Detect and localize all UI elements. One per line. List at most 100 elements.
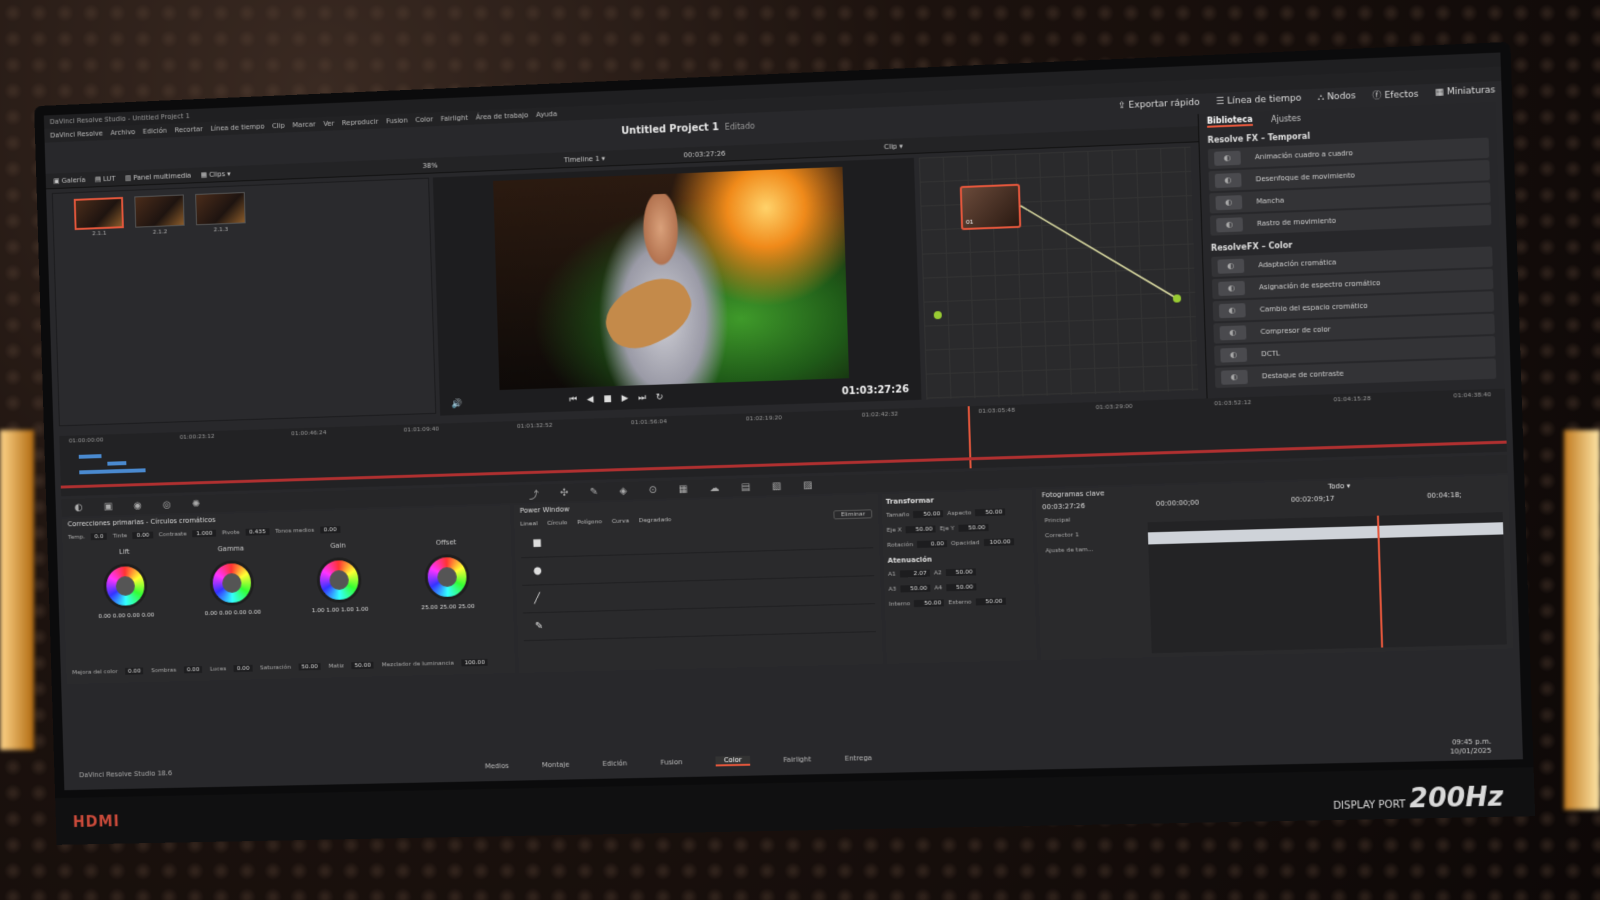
menu-item[interactable]: Ayuda [536, 110, 557, 119]
volume-icon[interactable]: 🔊 [451, 399, 462, 409]
menu-item[interactable]: Edición [143, 127, 167, 136]
keyframe-graph[interactable] [1147, 512, 1507, 654]
key-icon[interactable]: ▤ [741, 482, 751, 493]
window-icon[interactable]: ◈ [619, 485, 627, 496]
primaries-icon[interactable]: ◉ [133, 500, 142, 511]
page-tab-fairlight[interactable]: Fairlight [783, 755, 811, 764]
track-clip[interactable] [78, 454, 102, 459]
warper-icon[interactable]: ✣ [560, 487, 569, 498]
menu-item[interactable]: Línea de tiempo [210, 123, 264, 133]
kv-value[interactable]: 50.00 [975, 597, 1006, 606]
param-value[interactable]: 0.00 [233, 664, 253, 672]
curves-icon[interactable]: ⤴ [529, 486, 539, 501]
page-tab-montaje[interactable]: Montaje [542, 761, 570, 769]
menu-item[interactable]: DaVinci Resolve [50, 130, 103, 140]
menu-item[interactable]: Recortar [174, 125, 203, 134]
menu-item[interactable]: Área de trabajo [476, 111, 529, 121]
page-tab-fusion[interactable]: Fusion [660, 758, 682, 766]
menu-item[interactable]: Reproducir [342, 118, 379, 127]
kv-value[interactable]: 50.00 [946, 583, 977, 592]
window-shape-button[interactable]: Lineal [520, 520, 538, 527]
menu-item[interactable]: Fusion [386, 117, 408, 126]
page-tab-edición[interactable]: Edición [602, 759, 627, 767]
color-wheel[interactable] [102, 562, 148, 610]
last-frame-icon[interactable]: ⏭ [638, 393, 646, 403]
menu-item[interactable]: Archivo [110, 128, 135, 137]
menu-item[interactable]: Color [415, 115, 433, 124]
kv-value[interactable]: 50.00 [945, 568, 976, 577]
first-frame-icon[interactable]: ⏮ [569, 395, 577, 405]
kv-value[interactable]: 50.00 [900, 584, 931, 593]
kv-value[interactable]: 50.00 [975, 508, 1006, 517]
tracker-icon[interactable]: ⊙ [648, 484, 657, 495]
hdr-icon[interactable]: ◎ [163, 499, 172, 510]
track-clip[interactable] [107, 461, 127, 466]
clip-thumbnail[interactable]: 2.1.1 [73, 196, 124, 237]
kv-value[interactable]: 0.00 [916, 540, 948, 548]
param-value[interactable]: 0.435 [245, 527, 270, 536]
stop-icon[interactable]: ■ [603, 394, 612, 404]
kv-value[interactable]: 2.07 [899, 569, 930, 578]
window-shape-button[interactable]: Círculo [547, 519, 567, 527]
page-tab-entrega[interactable]: Entrega [845, 754, 872, 763]
color-match-icon[interactable]: ▣ [104, 501, 113, 512]
kv-value[interactable]: 50.00 [913, 510, 944, 519]
menu-item[interactable]: Fairlight [441, 114, 468, 123]
window-shape-button[interactable]: Degradado [639, 516, 672, 524]
param-value[interactable]: 0.00 [132, 531, 154, 539]
library-tab[interactable]: Ajustes [1271, 113, 1301, 123]
timeline-select[interactable]: Timeline 1 ▾ [564, 154, 605, 164]
camera-raw-icon[interactable]: ◐ [75, 502, 84, 513]
menu-item[interactable]: Clip [272, 122, 285, 130]
media-panel-button[interactable]: ▥ Panel multimedia [125, 171, 191, 182]
gallery-button[interactable]: ▣ Galería [53, 176, 85, 185]
taskbar: DaVinci Resolve Studio 18.6 [69, 752, 472, 790]
kv-value[interactable]: 100.00 [983, 538, 1014, 547]
param-value[interactable]: 100.00 [461, 658, 488, 666]
window-shape-icon: ╱ [534, 593, 541, 605]
param-value[interactable]: 0.00 [125, 667, 144, 675]
clip-thumbnail[interactable]: 2.1.2 [134, 194, 185, 236]
lut-button[interactable]: ▤ LUT [95, 174, 116, 183]
param-value[interactable]: 50.00 [298, 662, 321, 670]
track-clip[interactable] [79, 468, 146, 475]
kv-value[interactable]: 50.00 [914, 599, 945, 608]
clips-button[interactable]: ▦ Clips ▾ [200, 170, 230, 179]
3d-icon[interactable]: ▨ [803, 480, 813, 491]
color-wheel[interactable] [316, 556, 362, 604]
quick-export-button[interactable]: ⇪ Exportar rápido [1118, 97, 1200, 111]
nodes-tab[interactable]: ⛬ Nodos [1317, 91, 1356, 103]
color-wheel[interactable] [424, 553, 471, 601]
rgb-mixer-icon[interactable]: ✺ [192, 498, 200, 509]
play-icon[interactable]: ▶ [621, 394, 628, 404]
library-tab[interactable]: Biblioteca [1206, 114, 1253, 128]
page-tab-medios[interactable]: Medios [485, 762, 509, 770]
color-wheel[interactable] [209, 559, 255, 607]
menu-item[interactable]: Marcar [292, 120, 315, 129]
param-value[interactable]: 1.000 [192, 529, 217, 537]
kv-value[interactable]: 50.00 [905, 525, 936, 534]
reverse-icon[interactable]: ◀ [587, 395, 594, 405]
blur-icon[interactable]: ☁ [709, 483, 719, 494]
effects-tab[interactable]: ⓕ Efectos [1372, 87, 1419, 102]
menu-item[interactable]: Ver [323, 120, 334, 128]
page-tab-color[interactable]: Color [715, 755, 750, 767]
clip-thumbnail[interactable]: 2.1.3 [195, 192, 246, 233]
loop-icon[interactable]: ↻ [656, 392, 664, 402]
param-value[interactable]: 0.00 [319, 525, 341, 534]
thumbnails-tab[interactable]: ▦ Miniaturas [1435, 85, 1496, 98]
zoom-select[interactable]: 38% [423, 161, 438, 169]
keyframe-filter[interactable]: Todo ▾ [1328, 482, 1351, 491]
magic-mask-icon[interactable]: ▦ [678, 483, 688, 494]
delete-window-button[interactable]: Eliminar [833, 508, 873, 519]
param-value[interactable]: 50.00 [351, 661, 374, 669]
sizing-icon[interactable]: ▧ [772, 481, 782, 492]
timeline-tab[interactable]: ☰ Línea de tiempo [1216, 93, 1302, 107]
window-shape-button[interactable]: Polígono [577, 518, 602, 526]
qualifier-icon[interactable]: ✎ [590, 486, 599, 497]
window-shape-button[interactable]: Curva [612, 517, 630, 524]
param-value[interactable]: 0.00 [183, 665, 203, 673]
param-value[interactable]: 0.0 [90, 532, 108, 540]
kv-value[interactable]: 50.00 [958, 523, 989, 532]
clip-mode-select[interactable]: Clip ▾ [884, 142, 903, 151]
